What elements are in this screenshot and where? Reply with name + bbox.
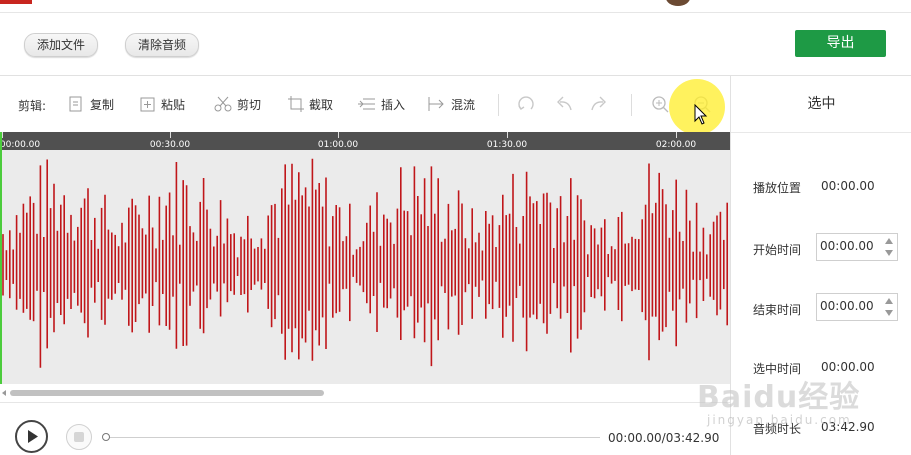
timeline-tick — [676, 132, 677, 138]
start-time-value: 00:00.00 — [820, 239, 874, 253]
stop-icon — [74, 432, 84, 442]
time-readout: 00:00.00/03:42.90 — [608, 431, 720, 445]
toolbar-divider — [631, 94, 632, 116]
cut-tool[interactable]: 剪切 — [213, 94, 261, 114]
trim-tool[interactable]: 截取 — [287, 94, 333, 114]
redo-icon — [591, 96, 606, 111]
start-time-label: 开始时间 — [753, 243, 802, 257]
title-bar — [0, 0, 911, 13]
end-time-stepper[interactable]: 00:00.00 — [816, 293, 898, 321]
redo-tool[interactable] — [588, 94, 614, 114]
play-position-value: 00:00.00 — [821, 179, 875, 193]
horizontal-scrollbar[interactable] — [0, 384, 730, 402]
stepper-arrows-icon[interactable] — [884, 236, 894, 258]
paste-label: 粘贴 — [161, 97, 186, 112]
toolbar-divider — [498, 94, 499, 116]
scrollbar-thumb[interactable] — [10, 390, 324, 396]
refresh-icon — [518, 96, 534, 110]
insert-tool[interactable]: 插入 — [357, 94, 405, 114]
play-icon — [28, 430, 38, 443]
stop-button[interactable] — [66, 424, 92, 450]
play-position-label: 播放位置 — [753, 181, 802, 195]
watermark-logo: Baidu经验 — [697, 380, 861, 415]
timeline-tick — [2, 132, 3, 138]
play-button[interactable] — [15, 420, 48, 453]
copy-icon — [69, 96, 82, 112]
redo-all-tool[interactable] — [515, 94, 541, 114]
stepper-arrows-icon[interactable] — [884, 296, 894, 318]
timeline-tick — [507, 132, 508, 138]
mix-tool[interactable]: 混流 — [427, 94, 475, 114]
timeline-tick-label: 01:00.00 — [317, 140, 359, 150]
timeline-tick-label: 00:30.00 — [149, 140, 191, 150]
app-logo — [0, 0, 32, 4]
timeline-tick-label: 02:00.00 — [655, 140, 697, 150]
timeline-tick-label: 01:30.00 — [486, 140, 528, 150]
playback-progress-track[interactable] — [106, 437, 600, 438]
divider — [0, 402, 730, 403]
mix-label: 混流 — [451, 97, 476, 112]
undo-tool[interactable] — [553, 94, 579, 114]
timeline-tick — [338, 132, 339, 138]
waveform — [2, 158, 729, 368]
add-file-button[interactable]: 添加文件 — [24, 33, 99, 57]
end-time-value: 00:00.00 — [820, 299, 874, 313]
edit-label: 剪辑: — [18, 99, 47, 113]
insert-icon — [358, 98, 375, 110]
edit-toolbar: 剪辑: 复制 粘贴 剪切 截取 插入 混流 — [0, 76, 730, 132]
undo-icon — [557, 96, 572, 111]
copy-tool[interactable]: 复制 — [68, 94, 114, 114]
timeline-tick-label: 00:00.00 — [0, 140, 41, 150]
mouse-cursor-icon — [694, 104, 708, 125]
paste-tool[interactable]: 粘贴 — [139, 94, 185, 114]
timeline-ruler[interactable]: 00:00.00 00:30.00 01:00.00 01:30.00 02:0… — [0, 132, 730, 150]
zoom-in-icon — [652, 96, 669, 113]
panel-title: 选中 — [731, 76, 911, 133]
timeline-tick — [170, 132, 171, 138]
cut-label: 剪切 — [237, 97, 262, 112]
crop-icon — [288, 96, 304, 112]
avatar[interactable] — [666, 0, 690, 6]
mix-icon — [428, 97, 444, 111]
watermark-url: jingyan.baidu.com — [707, 413, 852, 427]
scissors-icon — [214, 96, 232, 112]
export-button[interactable]: 导出 — [795, 30, 886, 57]
playhead[interactable] — [0, 132, 2, 384]
scroll-left-arrow-icon[interactable] — [2, 390, 6, 396]
clear-audio-button[interactable]: 清除音频 — [125, 33, 200, 57]
start-time-stepper[interactable]: 00:00.00 — [816, 233, 898, 261]
insert-label: 插入 — [381, 97, 406, 112]
waveform-area[interactable] — [0, 150, 730, 384]
paste-icon — [140, 97, 155, 112]
playback-progress-knob[interactable] — [102, 433, 110, 441]
copy-label: 复制 — [90, 97, 115, 112]
end-time-label: 结束时间 — [753, 303, 802, 317]
trim-label: 截取 — [309, 97, 334, 112]
